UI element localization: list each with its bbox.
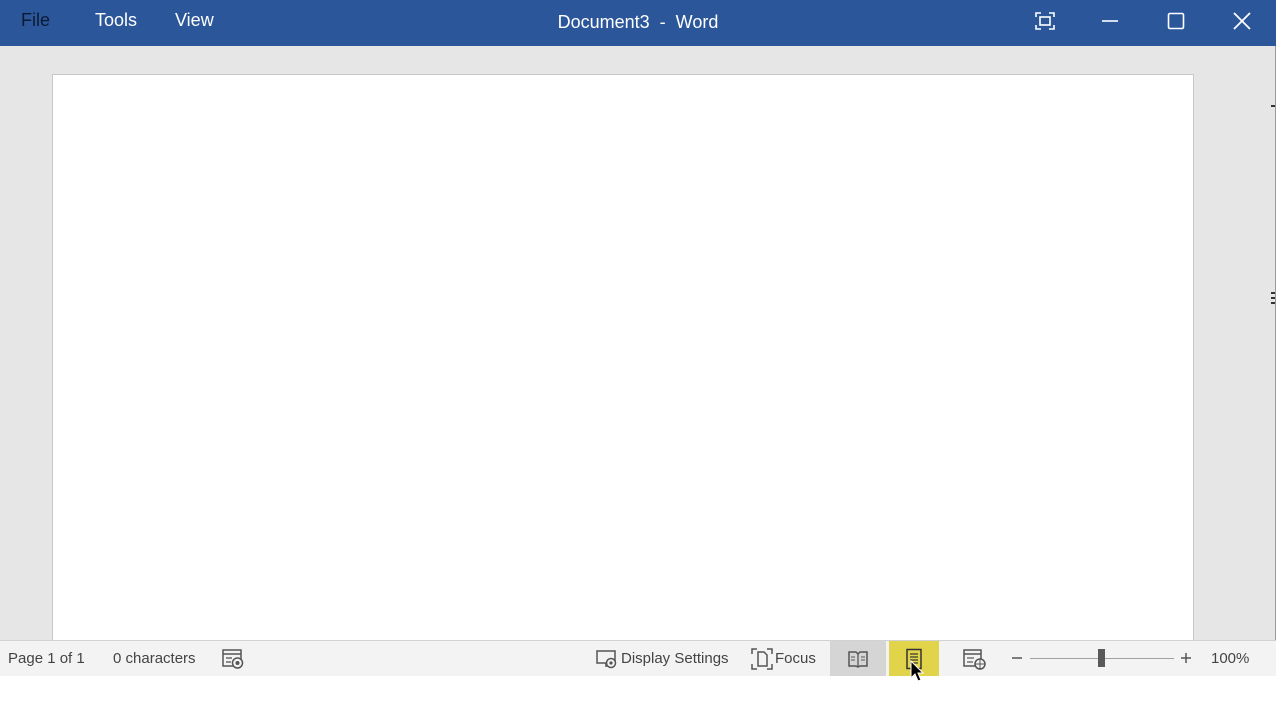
display-settings-icon <box>596 650 617 669</box>
maximize-button[interactable] <box>1143 0 1209 42</box>
maximize-icon <box>1167 12 1185 30</box>
minimize-button[interactable] <box>1077 0 1143 42</box>
scroll-marker <box>1271 302 1275 304</box>
fullscreen-button[interactable] <box>1012 0 1078 42</box>
menu-file[interactable]: File <box>21 10 50 31</box>
zoom-slider-thumb[interactable] <box>1098 649 1105 667</box>
focus-button[interactable] <box>750 647 774 671</box>
accessibility-button[interactable] <box>220 648 246 670</box>
display-settings-button[interactable] <box>595 648 619 670</box>
page-count[interactable]: Page 1 of 1 <box>8 650 85 667</box>
close-button[interactable] <box>1209 0 1275 42</box>
fullscreen-icon <box>1035 12 1055 30</box>
display-settings-label[interactable]: Display Settings <box>621 650 729 667</box>
zoom-in-button[interactable] <box>1177 649 1195 667</box>
zoom-level[interactable]: 100% <box>1211 650 1249 667</box>
mouse-cursor-icon <box>910 660 925 682</box>
menu-view[interactable]: View <box>175 10 214 31</box>
read-mode-button[interactable] <box>830 641 886 676</box>
word-window: File Tools View Document3 - Word Page 1 … <box>0 0 1276 682</box>
title-bar: File Tools View Document3 - Word <box>0 0 1276 46</box>
minimize-icon <box>1102 20 1118 22</box>
document-page[interactable] <box>52 74 1194 642</box>
scroll-marker <box>1271 292 1275 294</box>
zoom-out-button[interactable] <box>1008 649 1026 667</box>
scroll-marker <box>1271 105 1275 107</box>
web-layout-button[interactable] <box>962 647 988 671</box>
scroll-marker <box>1271 297 1275 299</box>
focus-label[interactable]: Focus <box>775 650 816 667</box>
close-icon <box>1233 12 1251 30</box>
minus-icon <box>1012 657 1022 659</box>
menu-tools[interactable]: Tools <box>95 10 137 31</box>
focus-icon <box>751 648 773 670</box>
character-count[interactable]: 0 characters <box>113 650 196 667</box>
web-layout-icon <box>963 649 986 670</box>
status-bar: Page 1 of 1 0 characters Display Setting… <box>0 640 1276 676</box>
read-mode-icon <box>848 650 868 668</box>
plus-icon <box>1181 653 1191 663</box>
accessibility-icon <box>222 649 244 669</box>
